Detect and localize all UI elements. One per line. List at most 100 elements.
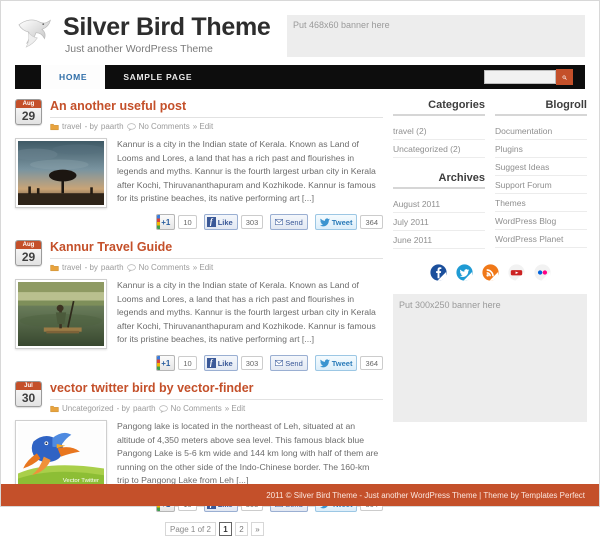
list-item[interactable]: travel (2) bbox=[393, 122, 485, 140]
pagination-page-1[interactable]: 1 bbox=[218, 522, 232, 536]
site-branding[interactable]: Silver Bird Theme Just another WordPress… bbox=[15, 9, 271, 55]
archives-list: August 2011 July 2011 June 2011 bbox=[393, 195, 485, 249]
rss-icon[interactable] bbox=[481, 263, 500, 282]
list-item[interactable]: June 2011 bbox=[393, 231, 485, 249]
search-input[interactable] bbox=[484, 70, 556, 84]
post-author-link[interactable]: paarth bbox=[133, 404, 156, 413]
pagination: Page 1 of 2 1 2 » bbox=[165, 522, 383, 536]
twitter-icon[interactable] bbox=[455, 263, 474, 282]
main-column: Aug 29 An another useful post travel - b… bbox=[15, 99, 383, 536]
dove-bird-icon bbox=[18, 19, 51, 48]
sidebar-banner-placeholder[interactable]: Put 300x250 banner here bbox=[393, 294, 587, 422]
post-title[interactable]: An another useful post bbox=[50, 99, 383, 118]
list-item[interactable]: Themes bbox=[495, 194, 587, 212]
post-date-badge: Aug 29 bbox=[15, 99, 42, 125]
post-author-link[interactable]: paarth bbox=[101, 122, 124, 131]
gplus-button[interactable]: +1 bbox=[156, 355, 176, 371]
list-item[interactable]: Uncategorized (2) bbox=[393, 140, 485, 158]
post-comments-link[interactable]: No Comments bbox=[171, 404, 222, 413]
facebook-send-share[interactable]: Send bbox=[270, 355, 308, 371]
tweet-count: 364 bbox=[360, 215, 383, 229]
folder-icon bbox=[50, 123, 59, 130]
list-item[interactable]: Documentation bbox=[495, 122, 587, 140]
facebook-send-share[interactable]: Send bbox=[270, 214, 308, 230]
categories-list: travel (2) Uncategorized (2) bbox=[393, 122, 485, 158]
post-date-day: 29 bbox=[21, 250, 36, 264]
post-title[interactable]: Kannur Travel Guide bbox=[50, 240, 383, 259]
facebook-send-button[interactable]: Send bbox=[270, 355, 308, 371]
search-button[interactable] bbox=[556, 69, 573, 85]
top-banner-placeholder[interactable]: Put 468x60 banner here bbox=[287, 15, 585, 57]
post-author-prefix: - by bbox=[84, 263, 98, 272]
nav-item-sample-page[interactable]: SAMPLE PAGE bbox=[105, 65, 210, 89]
search-form bbox=[484, 65, 585, 89]
post-edit-link[interactable]: » Edit bbox=[193, 122, 213, 131]
post-item: Aug 29 Kannur Travel Guide travel - by p… bbox=[15, 240, 383, 371]
facebook-like-share[interactable]: f Like 303 bbox=[203, 355, 264, 371]
list-item[interactable]: Support Forum bbox=[495, 176, 587, 194]
tweet-button[interactable]: Tweet bbox=[314, 214, 358, 230]
post-category-link[interactable]: travel bbox=[62, 263, 82, 272]
post-meta: Uncategorized - by paarth No Comments » … bbox=[50, 404, 383, 413]
facebook-like-share[interactable]: f Like 303 bbox=[203, 214, 264, 230]
facebook-like-button[interactable]: f Like bbox=[203, 214, 238, 230]
widget-blogroll: Blogroll Documentation Plugins Suggest I… bbox=[495, 99, 587, 248]
post-comments-link[interactable]: No Comments bbox=[139, 122, 190, 131]
list-item[interactable]: July 2011 bbox=[393, 213, 485, 231]
sidebar-right-column: Blogroll Documentation Plugins Suggest I… bbox=[495, 99, 587, 249]
main-navigation: HOME SAMPLE PAGE bbox=[15, 65, 585, 89]
post-author-link[interactable]: paarth bbox=[101, 263, 124, 272]
facebook-like-button[interactable]: f Like bbox=[203, 355, 238, 371]
tweet-button[interactable]: Tweet bbox=[314, 355, 358, 371]
twitter-share[interactable]: Tweet 364 bbox=[314, 355, 383, 371]
gplus-share[interactable]: +1 10 bbox=[156, 214, 197, 230]
gplus-button[interactable]: +1 bbox=[156, 214, 176, 230]
twitter-share[interactable]: Tweet 364 bbox=[314, 214, 383, 230]
comment-bubble-icon bbox=[158, 404, 168, 413]
list-item[interactable]: August 2011 bbox=[393, 195, 485, 213]
site-title[interactable]: Silver Bird Theme bbox=[63, 15, 271, 40]
pagination-next[interactable]: » bbox=[250, 522, 264, 536]
facebook-like-count: 303 bbox=[240, 215, 264, 229]
widget-title-categories: Categories bbox=[393, 99, 485, 116]
content-area: Aug 29 An another useful post travel - b… bbox=[1, 99, 599, 536]
footer-credit-text: 2011 © Silver Bird Theme - Just another … bbox=[266, 490, 585, 500]
send-envelope-icon bbox=[275, 219, 284, 225]
twitter-bird-icon bbox=[319, 358, 330, 367]
facebook-icon[interactable] bbox=[429, 263, 448, 282]
post-category-link[interactable]: Uncategorized bbox=[62, 404, 114, 413]
pagination-page-2[interactable]: 2 bbox=[234, 522, 248, 536]
youtube-icon[interactable] bbox=[507, 263, 526, 282]
post-thumbnail[interactable] bbox=[15, 279, 107, 349]
list-item[interactable]: Plugins bbox=[495, 140, 587, 158]
widget-title-archives: Archives bbox=[393, 172, 485, 189]
post-author-prefix: - by bbox=[84, 122, 98, 131]
post-category-link[interactable]: travel bbox=[62, 122, 82, 131]
post-title[interactable]: vector twitter bird by vector-finder bbox=[50, 381, 383, 400]
social-share-row: +1 10 f Like 303 bbox=[15, 214, 383, 230]
list-item[interactable]: Suggest Ideas bbox=[495, 158, 587, 176]
post-edit-link[interactable]: » Edit bbox=[193, 263, 213, 272]
post-thumbnail[interactable]: Vector Twitter bbox=[15, 420, 107, 490]
sidebar-widget-row: Categories travel (2) Uncategorized (2) … bbox=[393, 99, 587, 249]
site-header: Silver Bird Theme Just another WordPress… bbox=[1, 1, 599, 65]
site-footer: 2011 © Silver Bird Theme - Just another … bbox=[1, 484, 599, 506]
comment-bubble-icon bbox=[126, 122, 136, 131]
post-comments-link[interactable]: No Comments bbox=[139, 263, 190, 272]
list-item[interactable]: WordPress Blog bbox=[495, 212, 587, 230]
post-edit-link[interactable]: » Edit bbox=[225, 404, 245, 413]
tweet-count: 364 bbox=[360, 356, 383, 370]
post-thumbnail[interactable] bbox=[15, 138, 107, 208]
flickr-icon[interactable] bbox=[533, 263, 552, 282]
nav-item-home[interactable]: HOME bbox=[41, 65, 106, 89]
gplus-share[interactable]: +1 10 bbox=[156, 355, 197, 371]
facebook-send-button[interactable]: Send bbox=[270, 214, 308, 230]
post-body: Kannur is a city in the Indian state of … bbox=[15, 279, 383, 349]
facebook-like-label: Like bbox=[217, 358, 233, 368]
sidebar-left-column: Categories travel (2) Uncategorized (2) … bbox=[393, 99, 485, 249]
backwater-raft-image bbox=[18, 282, 104, 346]
list-item[interactable]: WordPress Planet bbox=[495, 230, 587, 248]
post-header: Aug 29 An another useful post travel - b… bbox=[15, 99, 383, 131]
widget-archives: Archives August 2011 July 2011 June 2011 bbox=[393, 172, 485, 249]
post-meta: travel - by paarth No Comments » Edit bbox=[50, 263, 383, 272]
